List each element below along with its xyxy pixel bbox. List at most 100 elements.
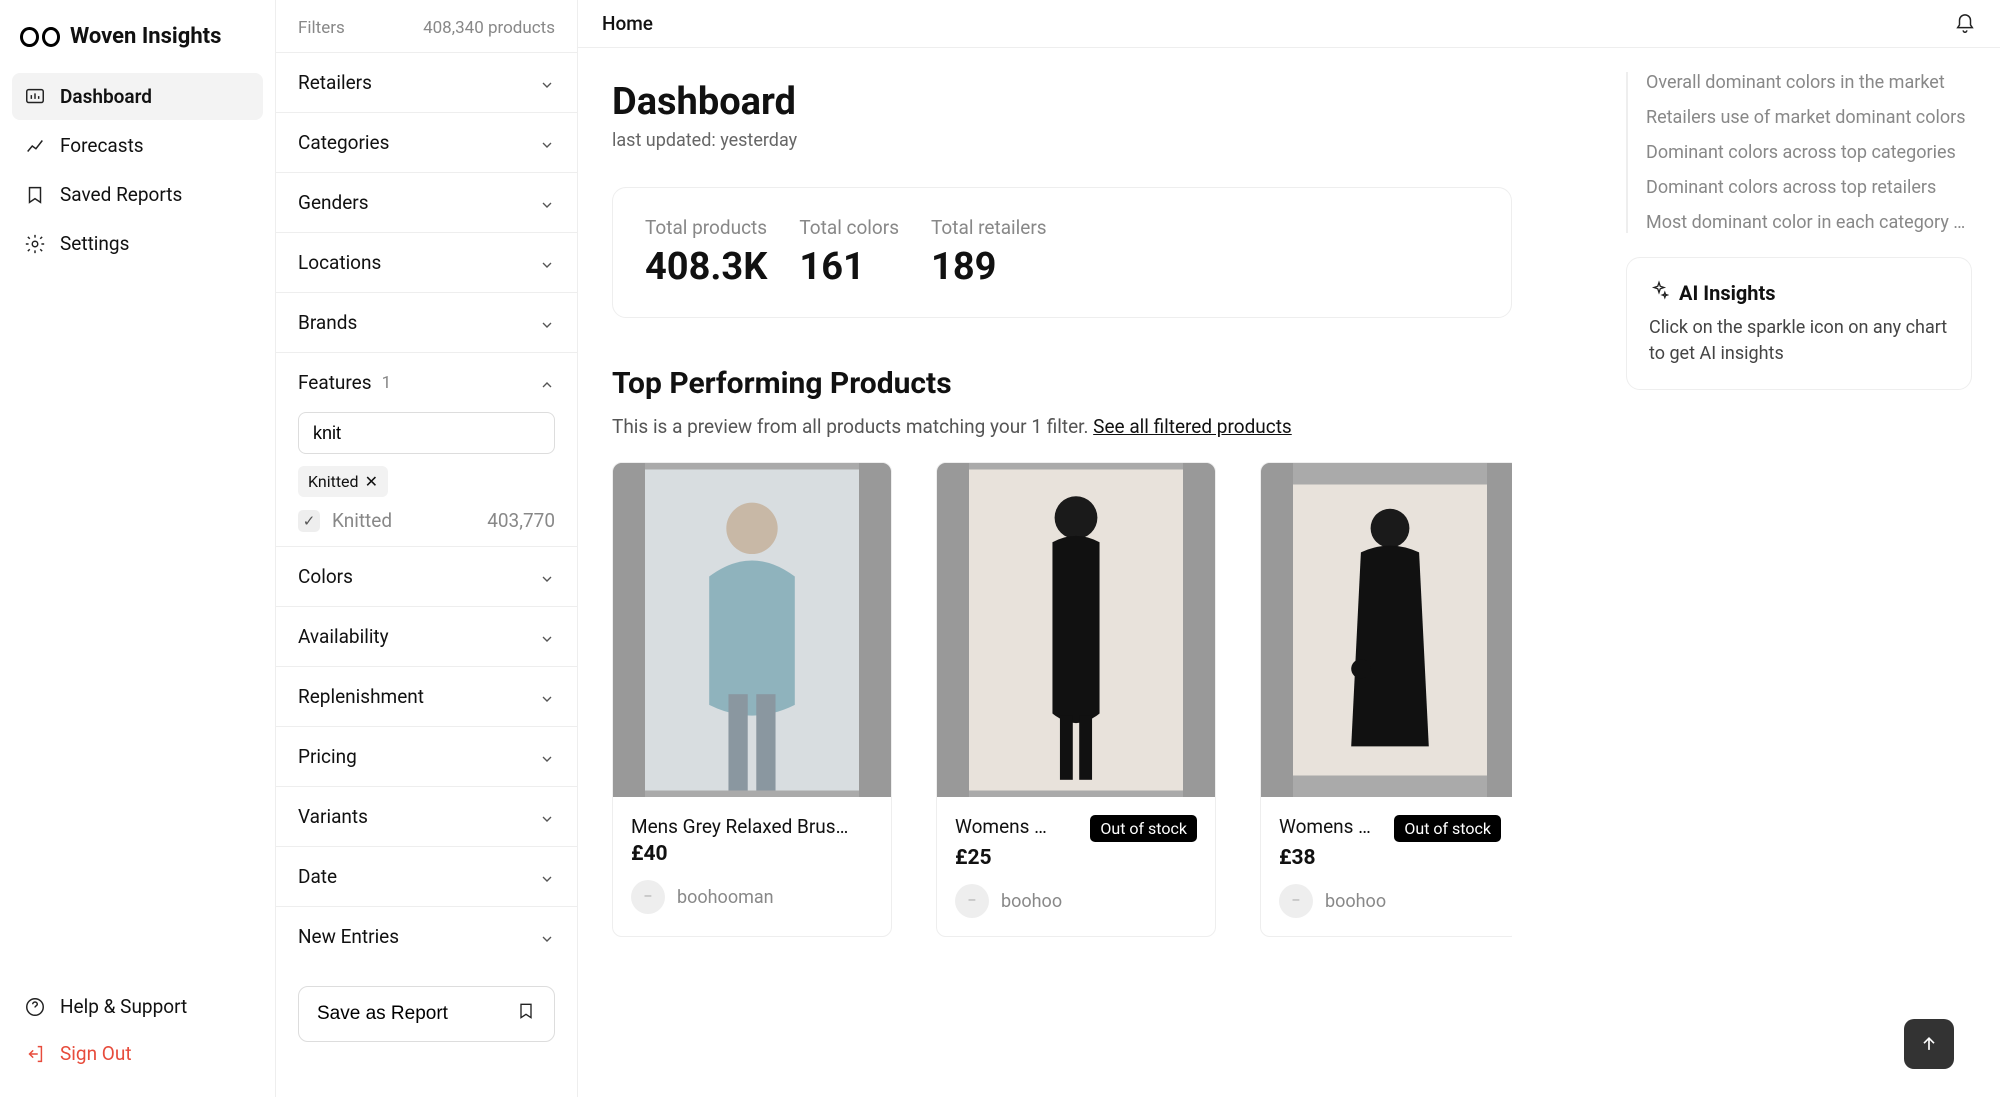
product-price: £25 xyxy=(955,846,1197,870)
product-card[interactable]: Mens Grey Relaxed Brus… £40 – boohooman xyxy=(612,462,892,937)
model-illustration xyxy=(1293,463,1487,797)
filters-total-count: 408,340 products xyxy=(423,18,555,38)
scroll-to-top-button[interactable] xyxy=(1904,1019,1954,1069)
product-image xyxy=(1261,463,1512,797)
section-desc: This is a preview from all products matc… xyxy=(612,415,1564,438)
chevron-down-icon xyxy=(539,929,555,945)
chevron-down-icon xyxy=(539,135,555,151)
stat-total-colors: Total colors 161 xyxy=(799,216,899,289)
bookmark-icon xyxy=(24,184,46,206)
product-title: Mens Grey Relaxed Brus… xyxy=(631,815,873,838)
product-retailer: – boohooman xyxy=(631,880,873,914)
see-all-filtered-link[interactable]: See all filtered products xyxy=(1093,415,1292,438)
page-subtitle: last updated: yesterday xyxy=(612,130,1564,151)
toc-item[interactable]: Dominant colors across top retailers xyxy=(1646,177,1972,198)
chart-line-icon xyxy=(24,135,46,157)
page-title: Dashboard xyxy=(612,80,1564,124)
features-active-count: 1 xyxy=(382,373,392,393)
chevron-up-icon xyxy=(539,375,555,391)
chevron-down-icon xyxy=(539,75,555,91)
nav-settings[interactable]: Settings xyxy=(12,220,263,267)
out-of-stock-badge: Out of stock xyxy=(1394,815,1501,842)
toc-item[interactable]: Retailers use of market dominant colors xyxy=(1646,107,1972,128)
ai-insights-card: AI Insights Click on the sparkle icon on… xyxy=(1626,257,1972,390)
chevron-down-icon xyxy=(539,195,555,211)
breadcrumb-home[interactable]: Home xyxy=(602,12,653,35)
notifications-icon[interactable] xyxy=(1954,13,1976,35)
chevron-down-icon xyxy=(539,809,555,825)
sparkle-icon xyxy=(1649,280,1669,305)
model-illustration xyxy=(969,463,1183,797)
stat-total-retailers: Total retailers 189 xyxy=(931,216,1047,289)
feature-option-count: 403,770 xyxy=(487,509,555,532)
products-scroll[interactable]: Mens Grey Relaxed Brus… £40 – boohooman xyxy=(612,462,1512,957)
features-panel: Knitted ✕ Knitted 403,770 xyxy=(276,412,577,546)
product-retailer: – boohoo xyxy=(1279,884,1501,918)
nav-help[interactable]: Help & Support xyxy=(12,983,263,1030)
stats-card: Total products 408.3K Total colors 161 T… xyxy=(612,187,1512,318)
right-column: Overall dominant colors in the market Re… xyxy=(1598,48,2000,1097)
product-price: £40 xyxy=(631,842,873,866)
retailer-avatar: – xyxy=(955,884,989,918)
features-search-input[interactable] xyxy=(298,412,555,454)
chevron-down-icon xyxy=(539,315,555,331)
filter-replenishment[interactable]: Replenishment xyxy=(276,666,577,726)
chevron-down-icon xyxy=(539,749,555,765)
table-of-contents: Overall dominant colors in the market Re… xyxy=(1626,72,1972,233)
nav-signout[interactable]: Sign Out xyxy=(12,1030,263,1077)
filter-variants[interactable]: Variants xyxy=(276,786,577,846)
nav-dashboard[interactable]: Dashboard xyxy=(12,73,263,120)
product-card[interactable]: Womens … Out of stock £25 – boohoo xyxy=(936,462,1216,937)
filter-date[interactable]: Date xyxy=(276,846,577,906)
filter-retailers[interactable]: Retailers xyxy=(276,52,577,112)
main-content: Dashboard last updated: yesterday Total … xyxy=(578,48,1598,1097)
model-illustration xyxy=(645,463,859,797)
section-title-top-products: Top Performing Products xyxy=(612,366,1564,401)
product-title: Womens … xyxy=(955,815,1080,838)
logo-icon xyxy=(20,27,60,47)
filters-title: Filters xyxy=(298,18,345,38)
brand-name: Woven Insights xyxy=(70,24,221,49)
nav-saved-reports[interactable]: Saved Reports xyxy=(12,171,263,218)
ai-insights-title: AI Insights xyxy=(1679,281,1776,305)
brand-logo: Woven Insights xyxy=(0,16,275,73)
left-nav: Woven Insights Dashboard Forecasts Saved… xyxy=(0,0,276,1097)
toc-item[interactable]: Most dominant color in each category … xyxy=(1646,212,1972,233)
ai-insights-body: Click on the sparkle icon on any chart t… xyxy=(1649,315,1949,367)
toc-item[interactable]: Dominant colors across top categories xyxy=(1646,142,1972,163)
filter-brands[interactable]: Brands xyxy=(276,292,577,352)
gear-icon xyxy=(24,233,46,255)
help-icon xyxy=(24,996,46,1018)
nav-forecasts[interactable]: Forecasts xyxy=(12,122,263,169)
feature-chip-knitted[interactable]: Knitted ✕ xyxy=(298,466,388,497)
filter-categories[interactable]: Categories xyxy=(276,112,577,172)
feature-option-knitted[interactable]: Knitted 403,770 xyxy=(298,509,555,532)
filter-features[interactable]: Features 1 xyxy=(276,352,577,412)
filter-genders[interactable]: Genders xyxy=(276,172,577,232)
topbar: Home xyxy=(578,0,2000,48)
chevron-down-icon xyxy=(539,629,555,645)
product-image xyxy=(613,463,891,797)
bookmark-icon xyxy=(516,1001,536,1027)
retailer-avatar: – xyxy=(1279,884,1313,918)
signout-icon xyxy=(24,1043,46,1065)
retailer-avatar: – xyxy=(631,880,665,914)
chevron-down-icon xyxy=(539,689,555,705)
filter-availability[interactable]: Availability xyxy=(276,606,577,666)
close-icon[interactable]: ✕ xyxy=(365,472,378,491)
toc-item[interactable]: Overall dominant colors in the market xyxy=(1646,72,1972,93)
product-card[interactable]: Womens … Out of stock £38 – boohoo xyxy=(1260,462,1512,937)
product-title: Womens … xyxy=(1279,815,1384,838)
filter-pricing[interactable]: Pricing xyxy=(276,726,577,786)
filter-colors[interactable]: Colors xyxy=(276,546,577,606)
filter-locations[interactable]: Locations xyxy=(276,232,577,292)
product-retailer: – boohoo xyxy=(955,884,1197,918)
product-price: £38 xyxy=(1279,846,1501,870)
chevron-down-icon xyxy=(539,569,555,585)
checkbox-icon[interactable] xyxy=(298,510,320,532)
out-of-stock-badge: Out of stock xyxy=(1090,815,1197,842)
save-as-report-button[interactable]: Save as Report xyxy=(298,986,555,1042)
product-image xyxy=(937,463,1215,797)
chevron-down-icon xyxy=(539,255,555,271)
filter-new-entries[interactable]: New Entries xyxy=(276,906,577,966)
